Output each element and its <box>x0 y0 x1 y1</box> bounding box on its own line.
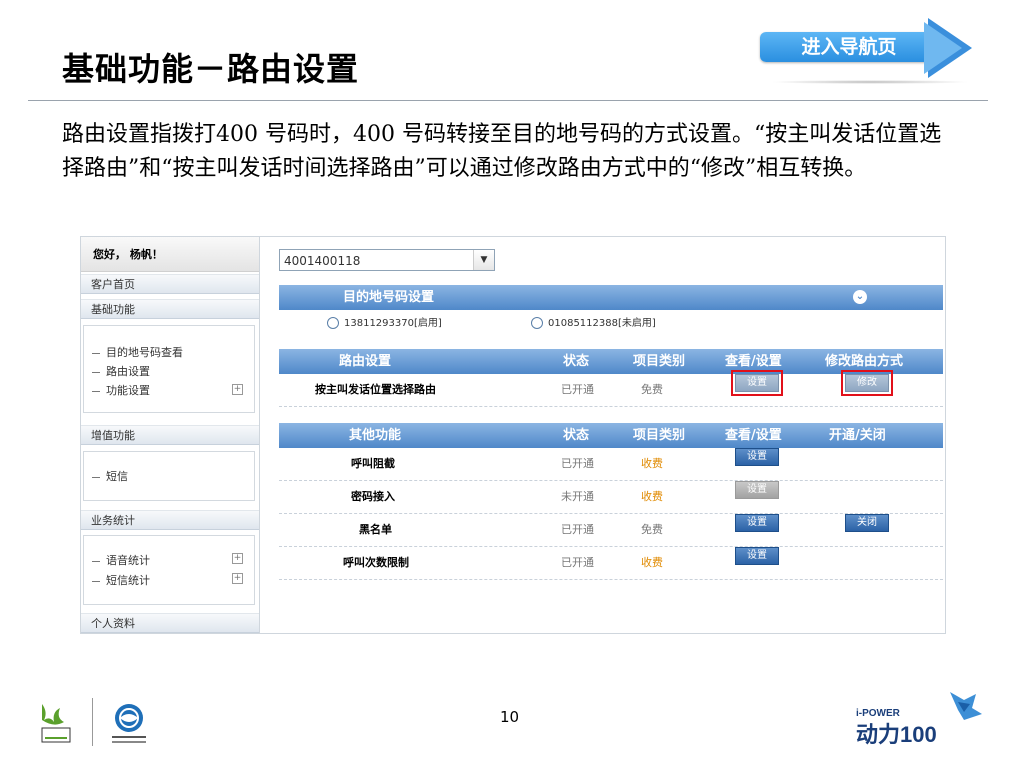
password-access-set-button[interactable]: 设置 <box>735 481 779 499</box>
sidebar-item-sms[interactable]: 短信 <box>92 468 128 484</box>
slide-description: 路由设置指拨打400 号码时，400 号码转接至目的地号码的方式设置。“按主叫发… <box>62 122 942 181</box>
expand-plus-icon[interactable]: + <box>232 573 243 584</box>
sidebar-section-stats[interactable]: 业务统计 <box>81 510 259 530</box>
call-block-set-button[interactable]: 设置 <box>735 448 779 466</box>
sidebar-item-profile[interactable]: 个人资料 <box>81 613 259 633</box>
slide-footer: 10 i-POWER 动力100 <box>0 660 1024 768</box>
sidebar-item-sms-stats[interactable]: 短信统计 <box>92 572 150 588</box>
call-limit-set-button[interactable]: 设置 <box>735 547 779 565</box>
ipower-brand: 动力100 <box>856 722 937 747</box>
navigation-button[interactable]: 进入导航页 <box>760 18 975 84</box>
navigation-button-label: 进入导航页 <box>801 36 897 58</box>
sidebar: 您好， 杨帆！ 客户首页 基础功能 目的地号码查看 路由设置 功能设置 + 增值… <box>81 237 260 633</box>
collapse-chevron-icon[interactable]: ⌄ <box>853 290 867 304</box>
expo-2010-logo <box>41 704 71 743</box>
china-mobile-logo <box>112 704 146 743</box>
blacklist-close-button[interactable]: 关闭 <box>845 514 889 532</box>
other-table-header: 其他功能 状态 项目类别 查看/设置 开通/关闭 <box>279 423 943 448</box>
expand-plus-icon[interactable]: + <box>232 553 243 564</box>
sidebar-section-basic[interactable]: 基础功能 <box>81 299 259 319</box>
table-row: 黑名单 已开通 免费 设置 关闭 <box>279 514 943 547</box>
number-select[interactable]: 4001400118 ▼ <box>279 249 495 271</box>
page-number: 10 <box>500 708 520 726</box>
sidebar-item-voice-stats[interactable]: 语音统计 <box>92 552 150 568</box>
ipower-text: i-POWER <box>856 708 901 719</box>
route-table-header: 路由设置 状态 项目类别 查看/设置 修改路由方式 <box>279 349 943 374</box>
table-row: 呼叫阻截 已开通 收费 设置 <box>279 448 943 481</box>
ipower-logo: i-POWER 动力100 <box>856 692 982 747</box>
sidebar-item-function-settings[interactable]: 功能设置 <box>92 382 150 398</box>
route-set-button[interactable]: 设置 <box>731 370 783 396</box>
app-screenshot: 您好， 杨帆！ 客户首页 基础功能 目的地号码查看 路由设置 功能设置 + 增值… <box>80 236 946 634</box>
dest-option-2[interactable]: 01085112388[未启用] <box>531 314 656 329</box>
main-panel: 4001400118 ▼ 目的地号码设置 ⌄ 13811293370[启用] 0… <box>271 237 945 629</box>
table-row: 呼叫次数限制 已开通 收费 设置 <box>279 547 943 580</box>
dest-number-header: 目的地号码设置 ⌄ <box>279 285 943 310</box>
table-row: 密码接入 未开通 收费 设置 <box>279 481 943 514</box>
greeting: 您好， 杨帆！ <box>81 237 259 272</box>
sidebar-item-home[interactable]: 客户首页 <box>81 274 259 294</box>
sidebar-item-route-settings[interactable]: 路由设置 <box>92 363 150 379</box>
dropdown-arrow-icon: ▼ <box>473 250 494 270</box>
radio-icon <box>531 317 543 329</box>
blacklist-set-button[interactable]: 设置 <box>735 514 779 532</box>
radio-icon <box>327 317 339 329</box>
table-row: 按主叫发话位置选择路由 已开通 免费 设置 修改 <box>279 370 943 407</box>
sidebar-section-value-added[interactable]: 增值功能 <box>81 425 259 445</box>
title-divider <box>28 100 988 101</box>
slide-title: 基础功能－路由设置 <box>62 50 360 88</box>
sidebar-item-dest-view[interactable]: 目的地号码查看 <box>92 344 183 360</box>
dest-option-1[interactable]: 13811293370[启用] <box>327 314 442 329</box>
route-modify-button[interactable]: 修改 <box>841 370 893 396</box>
expand-plus-icon[interactable]: + <box>232 384 243 395</box>
